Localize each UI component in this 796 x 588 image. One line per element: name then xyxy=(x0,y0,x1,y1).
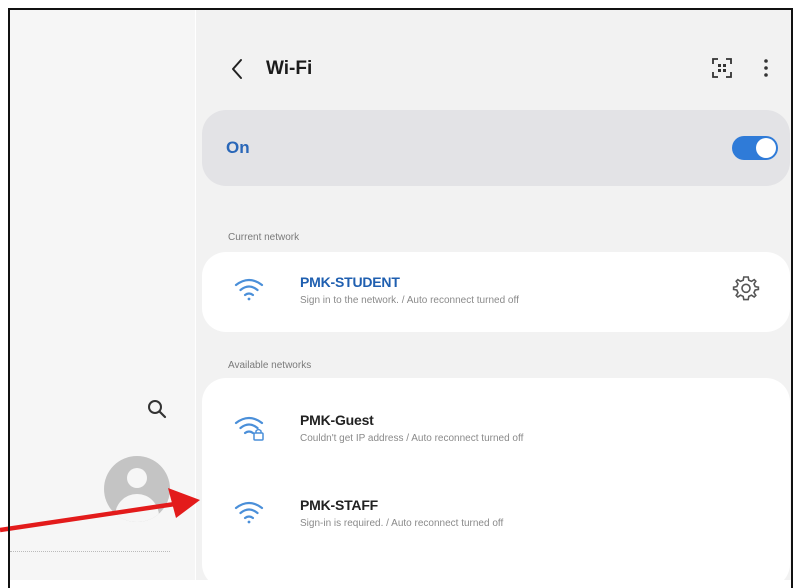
toggle-knob xyxy=(756,138,776,158)
page-title: Wi-Fi xyxy=(266,58,313,79)
wifi-icon xyxy=(234,501,264,524)
qr-scan-icon[interactable] xyxy=(711,57,733,79)
cropped-top-text xyxy=(505,0,705,8)
network-status: Couldn't get IP address / Auto reconnect… xyxy=(300,433,524,444)
gear-icon[interactable] xyxy=(732,274,760,302)
network-name: PMK-STAFF xyxy=(300,497,379,513)
more-vertical-icon[interactable] xyxy=(760,57,772,79)
current-network-section-label: Current network xyxy=(228,232,300,243)
network-status: Sign in to the network. / Auto reconnect… xyxy=(300,295,519,306)
available-networks-section-label: Available networks xyxy=(228,360,312,371)
search-icon[interactable] xyxy=(146,398,168,420)
wifi-toggle-switch[interactable] xyxy=(732,136,778,160)
chevron-left-icon[interactable] xyxy=(229,58,245,80)
left-divider xyxy=(10,551,170,552)
network-name: PMK-STUDENT xyxy=(300,274,400,290)
wifi-lock-icon xyxy=(234,416,264,441)
network-row-current[interactable]: PMK-STUDENT Sign in to the network. / Au… xyxy=(202,252,790,332)
network-row-guest[interactable]: PMK-Guest Couldn't get IP address / Auto… xyxy=(202,390,790,470)
wifi-icon xyxy=(234,278,264,301)
network-name: PMK-Guest xyxy=(300,412,374,428)
wifi-state-label: On xyxy=(226,138,250,157)
red-arrow-annotation xyxy=(0,488,200,533)
network-row-staff[interactable]: PMK-STAFF Sign-in is required. / Auto re… xyxy=(202,475,790,555)
available-networks-card: PMK-Guest Couldn't get IP address / Auto… xyxy=(202,378,790,588)
network-status: Sign-in is required. / Auto reconnect tu… xyxy=(300,518,504,529)
wifi-master-toggle-row[interactable]: On xyxy=(202,110,790,186)
current-network-card: PMK-STUDENT Sign in to the network. / Au… xyxy=(202,252,790,332)
